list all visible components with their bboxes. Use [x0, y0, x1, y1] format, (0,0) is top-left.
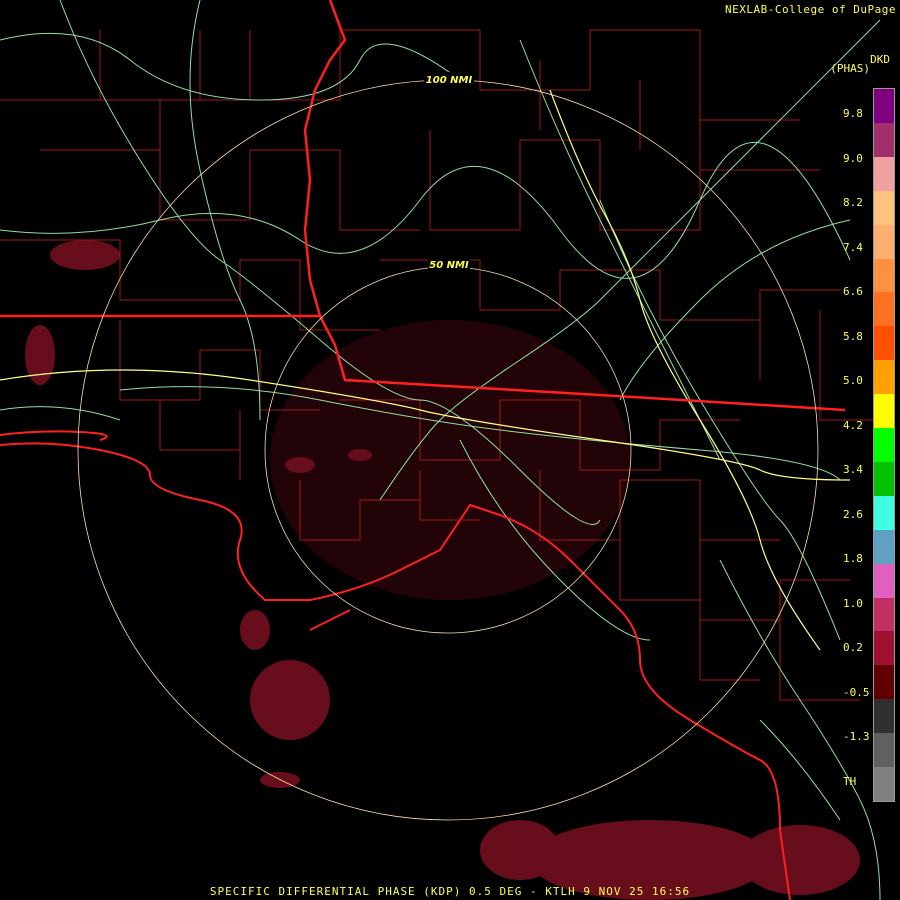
ring-label-100: 100 NMI: [426, 75, 473, 86]
color-legend-swatch: [874, 156, 894, 192]
color-legend-label: 0.2: [843, 641, 863, 654]
color-legend-label: 1.8: [843, 552, 863, 565]
color-legend-swatch: [874, 461, 894, 497]
color-legend-swatch: [874, 258, 894, 293]
unit-label: DKD: [870, 53, 890, 66]
color-legend-swatch: [874, 326, 894, 361]
credit-label: NEXLAB-College of DuPage: [725, 3, 896, 16]
color-legend-label: 9.0: [843, 151, 863, 165]
color-legend-label: 6.6: [843, 285, 863, 298]
color-legend-label: 2.6: [843, 507, 863, 521]
color-legend-label: 5.8: [843, 329, 863, 343]
color-legend-label: 8.2: [843, 196, 863, 209]
radar-map: 100 NMI 50 NMI: [0, 0, 900, 900]
color-legend-swatch: [874, 190, 894, 226]
color-legend-swatch: [874, 89, 894, 124]
color-legend-bar: [873, 88, 895, 802]
color-legend-swatch: [874, 495, 894, 531]
color-legend-swatch: [874, 428, 894, 463]
color-legend-swatch: [874, 122, 894, 158]
color-legend-label: -0.5: [843, 685, 870, 699]
color-legend-swatch: [874, 631, 894, 666]
color-legend-swatch: [874, 360, 894, 395]
color-legend-label: 7.4: [843, 240, 863, 254]
color-legend-swatch: [874, 394, 894, 429]
color-legend-label: 9.8: [843, 107, 863, 120]
color-legend-swatch: [874, 597, 894, 632]
color-legend-swatch: [874, 292, 894, 327]
color-legend-label: 1.0: [843, 596, 863, 610]
color-legend-swatch: [874, 767, 894, 802]
color-legend-label: -1.3: [843, 730, 870, 743]
product-caption: SPECIFIC DIFFERENTIAL PHASE (KDP) 0.5 DE…: [209, 885, 691, 898]
color-legend-label: 3.4: [843, 463, 863, 476]
color-legend-swatch: [874, 529, 894, 565]
color-legend-swatch: [874, 699, 894, 734]
unit-sub-label: (PHAS): [830, 62, 870, 75]
color-legend-label: 4.2: [843, 418, 863, 432]
color-legend-swatch: [874, 224, 894, 259]
color-legend-swatch: [874, 563, 894, 599]
color-legend-swatch: [874, 733, 894, 768]
color-legend-label: 5.0: [843, 374, 863, 387]
color-legend-label: TH: [843, 774, 857, 788]
ring-label-50: 50 NMI: [429, 260, 469, 271]
color-legend-swatch: [874, 665, 894, 700]
